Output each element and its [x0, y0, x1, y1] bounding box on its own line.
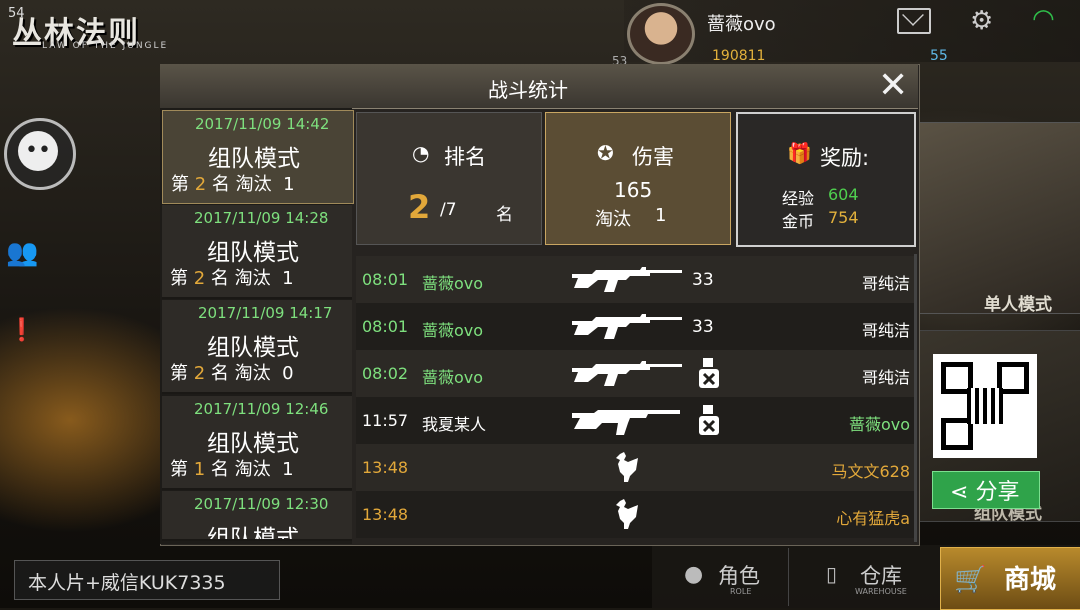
exp-value: 604 [828, 185, 859, 204]
rifle-ak-icon [572, 410, 680, 435]
reward-card [736, 112, 916, 247]
exp-label: 经验 [782, 189, 815, 208]
match-item[interactable]: 2017/11/09 14:28 组队模式 第 2 名 淘汰 1 [162, 205, 352, 299]
rifle-icon [572, 267, 682, 292]
medal-icon: ✪ [597, 141, 614, 165]
chicken-icon [616, 499, 638, 529]
chicken-icon [616, 452, 638, 482]
feed-row: 11:57 我夏某人 蔷薇ovo [356, 397, 916, 444]
warehouse-label: 仓库 [860, 564, 902, 588]
gem-count: 55 [930, 48, 948, 64]
match-item[interactable]: 2017/11/09 14:42 组队模式 第 2 名 淘汰 1 [162, 110, 354, 204]
game-logo-subtitle: LAW OF THE JUNGLE [42, 41, 169, 51]
player-name: 蔷薇ovo [707, 14, 776, 35]
share-icon: ⋖ [950, 480, 976, 505]
feed-scrollbar[interactable] [914, 254, 917, 542]
dialog-title: 战斗统计 [488, 78, 568, 102]
shop-label: 商城 [1004, 565, 1057, 595]
rank-icon: ◔ [412, 141, 430, 165]
reward-label: 奖励: [820, 146, 870, 170]
friends-icon[interactable]: 👥 [6, 238, 38, 268]
knockdown-icon [699, 405, 719, 435]
gold-count: 190811 [712, 48, 766, 64]
rank-label: 排名 [444, 145, 486, 169]
feed-row: 08:01 蔷薇ovo 33 哥纯洁 [356, 303, 916, 350]
avatar[interactable] [627, 3, 695, 65]
mail-icon[interactable] [897, 8, 931, 34]
role-label: 角色 [718, 564, 760, 588]
feed-row: 13:48 马文文628 [356, 444, 916, 491]
rank-total: /7 [440, 200, 457, 220]
role-icon: ● [684, 562, 704, 587]
gear-icon[interactable]: ⚙ [970, 6, 993, 36]
warehouse-icon: ▯ [826, 562, 838, 586]
gift-icon: 🎁 [787, 141, 812, 165]
single-mode-label: 单人模式 [984, 295, 1052, 315]
rifle-icon [572, 361, 682, 386]
damage-value: 165 [614, 178, 653, 202]
feed-row: 13:48 心有猛虎a [356, 491, 916, 538]
share-label: ⋖ 分享 [950, 480, 1020, 505]
single-mode-panel[interactable] [918, 122, 1080, 314]
warehouse-sublabel: WAREHOUSE [855, 587, 907, 596]
damage-label: 伤害 [632, 145, 674, 169]
close-icon[interactable]: ✕ [878, 66, 908, 106]
wifi-icon: ◠ [1032, 4, 1055, 34]
rank-value: 2 [408, 188, 431, 226]
feed-row: 08:02 蔷薇ovo 哥纯洁 [356, 350, 916, 397]
role-sublabel: ROLE [730, 587, 752, 596]
damage-kills: 1 [655, 205, 667, 226]
qr-code [933, 354, 1037, 458]
knockdown-icon [699, 358, 719, 388]
cart-icon: 🛒 [954, 565, 987, 595]
rank-unit: 名 [496, 205, 513, 225]
rifle-icon [572, 314, 682, 339]
damage-kills-label: 淘汰 [595, 209, 631, 230]
match-item[interactable]: 2017/11/09 14:17 组队模式 第 2 名 淘汰 0 [162, 300, 352, 394]
chat-face-icon: •• [18, 131, 58, 171]
rank-card [356, 112, 542, 245]
match-item[interactable]: 2017/11/09 12:30 组队模式 [162, 491, 352, 541]
match-item[interactable]: 2017/11/09 12:46 组队模式 第 1 名 淘汰 1 [162, 396, 352, 490]
chat-input-text: 本人片+威信KUK7335 [28, 572, 226, 594]
coin-value: 754 [828, 208, 859, 227]
feed-row: 08:01 蔷薇ovo 33 哥纯洁 [356, 256, 916, 303]
coin-label: 金币 [782, 212, 815, 231]
alert-icon[interactable]: ❗ [8, 318, 35, 343]
